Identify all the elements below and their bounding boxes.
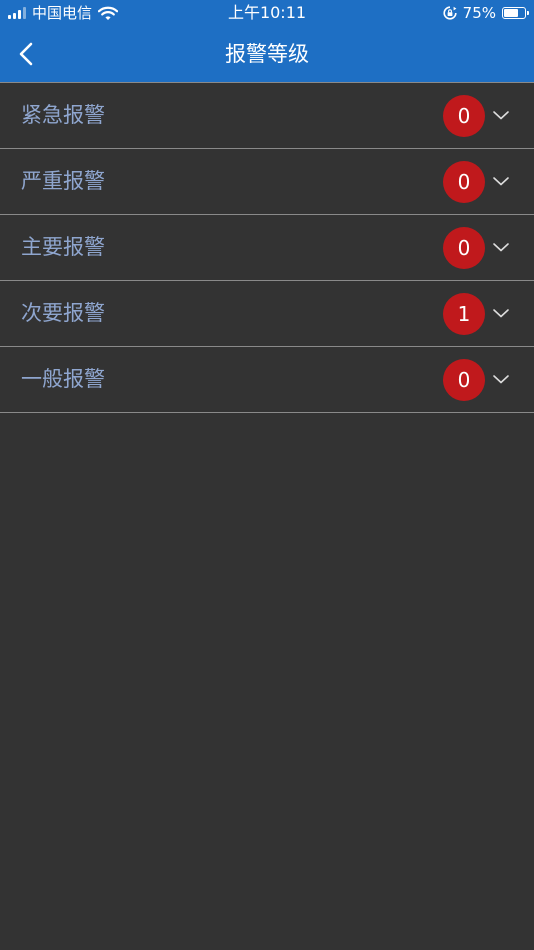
battery-icon	[502, 7, 529, 19]
alarm-level-label: 次要报警	[21, 301, 105, 325]
alarm-level-list: 紧急报警 0 严重报警 0 主要报警 0 次要报警 1 一般报警 0	[0, 82, 534, 413]
alarm-count-badge: 0	[443, 359, 485, 401]
alarm-level-row-critical[interactable]: 严重报警 0	[0, 148, 534, 214]
chevron-down-icon[interactable]	[492, 175, 510, 187]
status-right: 75%	[443, 3, 529, 23]
top-bar: 中国电信 上午10:11 75% 报警等级	[0, 0, 534, 82]
battery-level-fill	[504, 9, 519, 17]
alarm-level-label: 严重报警	[21, 169, 105, 193]
alarm-level-row-major[interactable]: 主要报警 0	[0, 214, 534, 280]
alarm-count-badge: 0	[443, 95, 485, 137]
status-bar: 中国电信 上午10:11 75%	[0, 0, 534, 26]
nav-bar: 报警等级	[0, 26, 534, 82]
alarm-level-label: 一般报警	[21, 367, 105, 391]
alarm-level-label: 紧急报警	[21, 103, 105, 127]
alarm-level-label: 主要报警	[21, 235, 105, 259]
orientation-lock-icon	[443, 6, 457, 20]
chevron-down-icon[interactable]	[492, 109, 510, 121]
alarm-count-badge: 1	[443, 293, 485, 335]
back-button[interactable]	[12, 38, 42, 70]
battery-percent: 75%	[462, 4, 496, 22]
chevron-left-icon	[19, 42, 33, 66]
chevron-down-icon[interactable]	[492, 241, 510, 253]
alarm-count-badge: 0	[443, 161, 485, 203]
chevron-down-icon[interactable]	[492, 307, 510, 319]
chevron-down-icon[interactable]	[492, 373, 510, 385]
alarm-level-row-general[interactable]: 一般报警 0	[0, 346, 534, 413]
page-title: 报警等级	[225, 42, 309, 66]
alarm-level-row-minor[interactable]: 次要报警 1	[0, 280, 534, 346]
alarm-level-row-urgent[interactable]: 紧急报警 0	[0, 82, 534, 148]
alarm-count-badge: 0	[443, 227, 485, 269]
